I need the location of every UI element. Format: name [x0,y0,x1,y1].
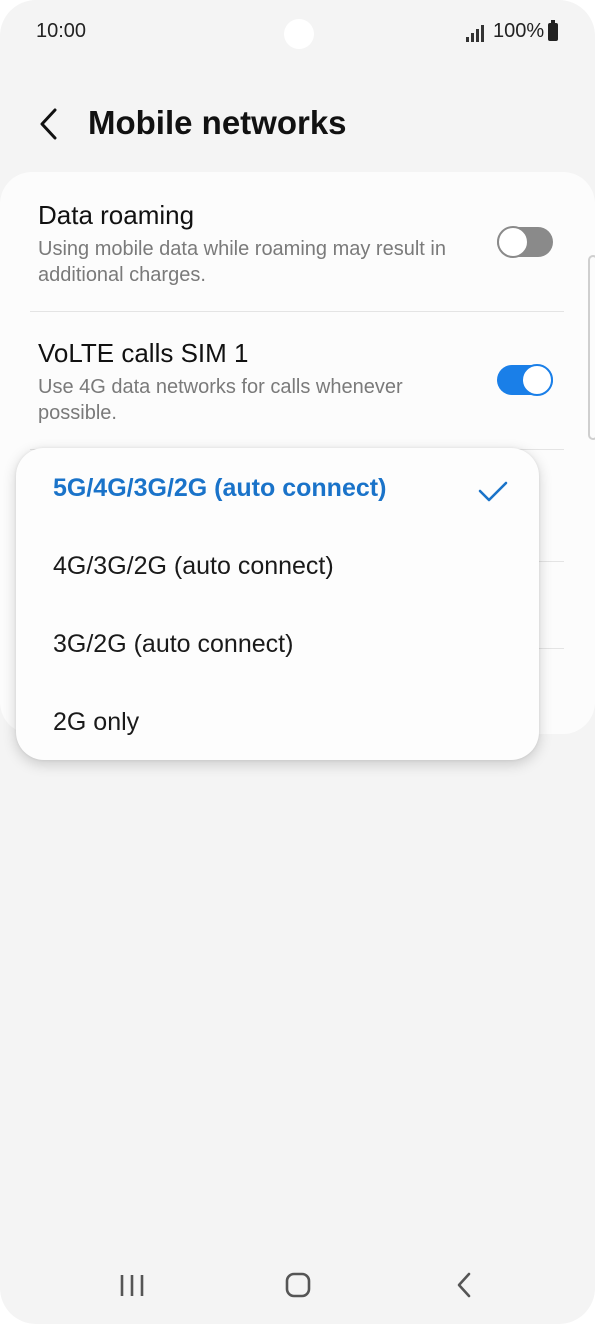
setting-label: Data roaming [38,200,195,230]
menu-option-2g-only[interactable]: 2G only [16,684,539,762]
navigation-bar [0,1250,595,1324]
chevron-left-icon [40,108,57,140]
setting-description: Use 4G data networks for calls whenever … [38,376,403,424]
page-title: Mobile networks [88,104,347,141]
check-icon [478,481,508,502]
setting-description: Using mobile data while roaming may resu… [38,238,446,286]
status-time: 10:00 [36,20,87,42]
signal-icon [466,22,486,42]
camera-cutout [284,19,314,49]
setting-label: VoLTE calls SIM 1 [38,338,249,368]
menu-option-label: 5G/4G/3G/2G (auto connect) [53,474,387,502]
back-icon [457,1272,471,1298]
setting-volte-calls[interactable]: VoLTE calls SIM 1 Use 4G data networks f… [0,312,595,450]
back-button[interactable] [28,102,72,146]
menu-option-4g-3g-2g[interactable]: 4G/3G/2G (auto connect) [16,528,539,606]
network-mode-menu: 5G/4G/3G/2G (auto connect) 4G/3G/2G (aut… [16,448,539,760]
volte-toggle[interactable] [497,364,553,396]
nav-back-button[interactable] [434,1260,494,1310]
data-roaming-toggle[interactable] [497,226,553,258]
scrollbar[interactable] [588,255,595,440]
recent-apps-button[interactable] [102,1260,162,1310]
menu-option-label: 3G/2G (auto connect) [53,630,294,658]
phone-screen: 10:00 100% Mobile networks Data roaming … [0,0,595,1324]
app-header: Mobile networks [0,90,595,160]
menu-option-3g-2g[interactable]: 3G/2G (auto connect) [16,606,539,684]
home-icon [285,1272,311,1298]
toggle-knob [497,226,529,258]
status-bar: 10:00 100% [0,0,595,64]
battery-icon [548,20,558,41]
battery-percentage: 100% [493,20,545,42]
toggle-knob [521,364,553,396]
menu-option-label: 2G only [53,708,140,736]
recent-apps-icon [120,1275,144,1296]
setting-data-roaming[interactable]: Data roaming Using mobile data while roa… [0,172,595,312]
menu-option-label: 4G/3G/2G (auto connect) [53,552,334,580]
menu-option-5g-4g-3g-2g[interactable]: 5G/4G/3G/2G (auto connect) [16,450,539,528]
home-button[interactable] [268,1260,328,1310]
